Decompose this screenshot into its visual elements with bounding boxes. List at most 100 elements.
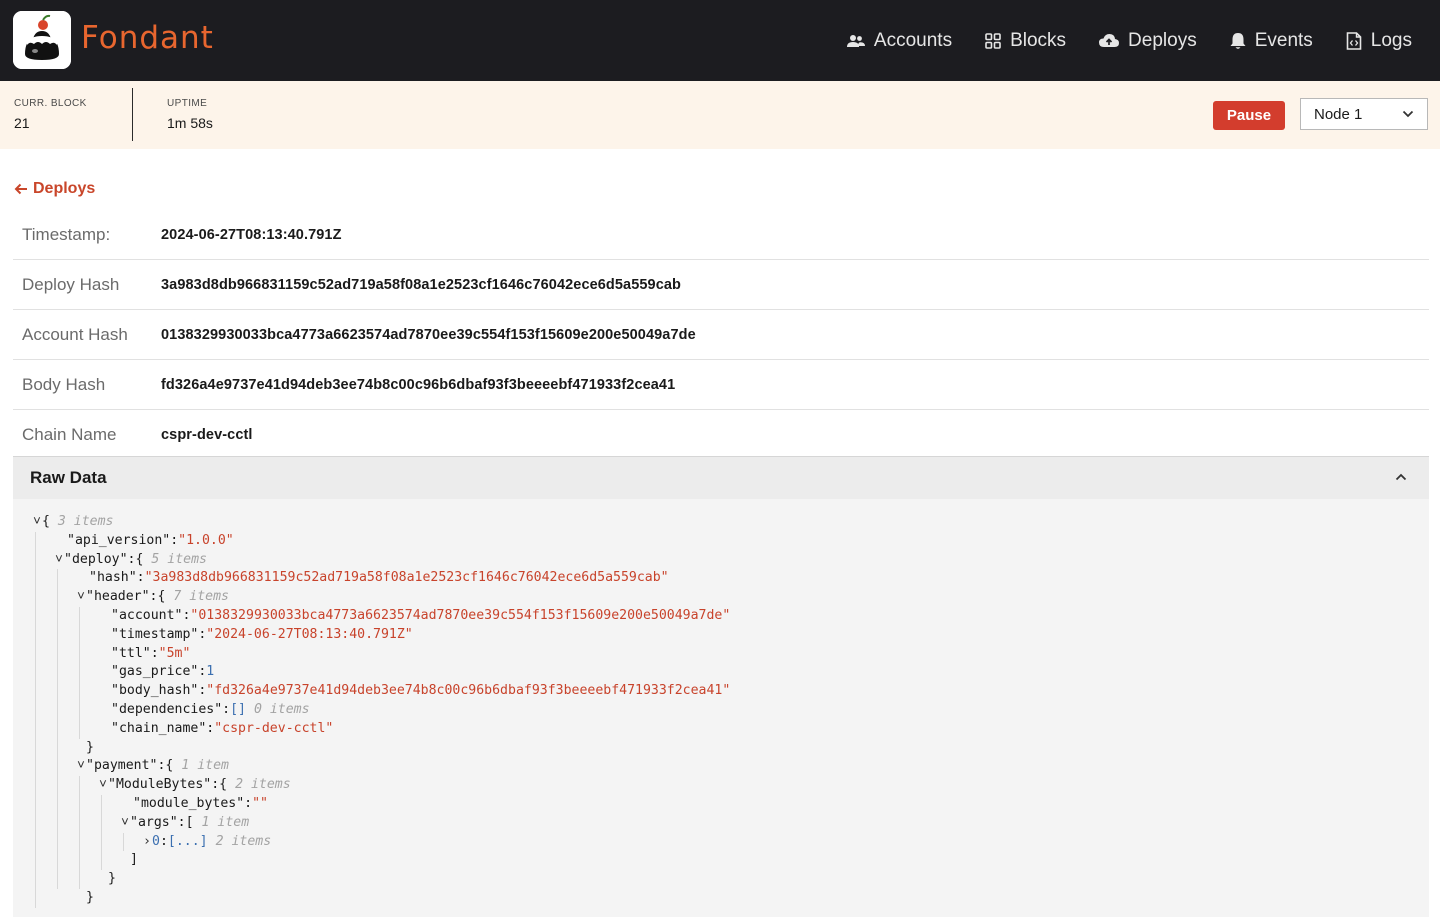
raw-data-title: Raw Data bbox=[30, 468, 107, 487]
json-line[interactable]: ˅{ 3 items bbox=[33, 513, 730, 532]
current-block-stat: CURR. BLOCK 21 bbox=[14, 98, 87, 131]
json-colon: : bbox=[150, 645, 159, 661]
json-key: "module_bytes" bbox=[133, 795, 245, 811]
json-colon: : bbox=[136, 570, 145, 586]
json-line[interactable]: ˅"deploy":{ 5 items bbox=[33, 551, 730, 570]
json-key: "payment" bbox=[86, 758, 158, 774]
json-key: "dependencies" bbox=[111, 701, 223, 717]
json-key: "body_hash" bbox=[111, 683, 199, 699]
expand-toggle-icon[interactable]: ˅ bbox=[77, 757, 86, 776]
detail-row-account-hash: Account Hash 0138329930033bca4773a662357… bbox=[13, 310, 1429, 360]
json-line[interactable]: ˅"payment":{ 1 item bbox=[33, 757, 730, 776]
indent-guide bbox=[79, 776, 80, 889]
nav-deploys[interactable]: Deploys bbox=[1099, 30, 1197, 52]
json-item-count: 3 items bbox=[57, 514, 114, 529]
json-line: "hash":"3a983d8db966831159c52ad719a58f08… bbox=[33, 569, 730, 588]
detail-label: Account Hash bbox=[22, 324, 128, 344]
json-line: "dependencies":[] 0 items bbox=[33, 701, 730, 720]
json-line: "api_version":"1.0.0" bbox=[33, 532, 730, 551]
detail-label: Chain Name bbox=[22, 425, 117, 444]
json-line: "body_hash":"fd326a4e9737e41d94deb3ee74b… bbox=[33, 682, 730, 701]
json-string-value: "1.0.0" bbox=[178, 532, 234, 548]
json-line: "ttl":"5m" bbox=[33, 645, 730, 664]
json-string-value: "cspr-dev-cctl" bbox=[214, 720, 334, 736]
back-to-deploys-link[interactable]: Deploys bbox=[14, 180, 95, 198]
raw-data-header[interactable]: Raw Data bbox=[13, 457, 1429, 499]
chevron-up-icon[interactable] bbox=[1395, 472, 1407, 482]
nav-blocks[interactable]: Blocks bbox=[985, 30, 1066, 52]
top-navbar: Fondant Accounts Blocks Deploys Events L… bbox=[0, 0, 1440, 81]
grid-icon bbox=[985, 32, 1001, 49]
indent-guide bbox=[79, 607, 80, 739]
json-number-value: 1 bbox=[206, 664, 215, 680]
json-item-count: 2 items bbox=[215, 833, 272, 849]
indent-guide bbox=[123, 832, 124, 852]
json-bracket-close: } bbox=[108, 871, 116, 887]
indent-guide bbox=[35, 531, 36, 908]
detail-value: fd326a4e9737e41d94deb3ee74b8c00c96b6dbaf… bbox=[161, 376, 676, 393]
json-line: ] bbox=[33, 851, 730, 870]
json-item-count: 5 items bbox=[151, 551, 207, 567]
back-link-label: Deploys bbox=[33, 180, 96, 197]
uptime-stat: UPTIME 1m 58s bbox=[167, 98, 213, 131]
collapsed-toggle-icon[interactable]: › bbox=[143, 833, 152, 852]
json-bracket-close: ] bbox=[130, 852, 138, 868]
expand-toggle-icon[interactable]: ˅ bbox=[33, 513, 42, 532]
json-key: "header" bbox=[86, 589, 150, 605]
json-string-value: "3a983d8db966831159c52ad719a58f08a1e2523… bbox=[144, 570, 669, 586]
nav-accounts-label: Accounts bbox=[873, 29, 953, 51]
json-colon: : bbox=[244, 795, 253, 811]
json-line[interactable]: ›0:[...] 2 items bbox=[33, 833, 730, 852]
json-line: } bbox=[33, 889, 730, 908]
nav-accounts[interactable]: Accounts bbox=[846, 29, 953, 52]
json-bracket-close: } bbox=[86, 889, 94, 905]
json-string-value: "0138329930033bca4773a6623574ad7870ee39c… bbox=[190, 607, 731, 623]
nav-events[interactable]: Events bbox=[1230, 30, 1313, 52]
json-line[interactable]: ˅"args":[ 1 item bbox=[33, 814, 730, 833]
pause-button[interactable]: Pause bbox=[1213, 101, 1285, 130]
detail-value: cspr-dev-cctl bbox=[161, 427, 253, 443]
json-space bbox=[194, 815, 202, 830]
json-key: "deploy" bbox=[64, 551, 128, 567]
bell-icon bbox=[1230, 32, 1246, 49]
expand-toggle-icon[interactable]: ˅ bbox=[55, 551, 64, 570]
json-bracket-open: { bbox=[219, 777, 228, 793]
json-line[interactable]: ˅"header":{ 7 items bbox=[33, 588, 730, 607]
expand-toggle-icon[interactable]: ˅ bbox=[77, 588, 86, 607]
stat-divider bbox=[132, 88, 133, 141]
json-line: "module_bytes":"" bbox=[33, 795, 730, 814]
json-colon: : bbox=[170, 532, 179, 548]
json-bracket-open: [...] bbox=[167, 833, 208, 849]
json-tree-viewer: ˅{ 3 items "api_version":"1.0.0" ˅"deploy"… bbox=[33, 513, 730, 908]
brand-name[interactable]: Fondant bbox=[81, 20, 214, 56]
detail-row-chain-name: Chain Name cspr-dev-cctl bbox=[13, 410, 1429, 460]
fondant-logo[interactable] bbox=[13, 11, 71, 69]
json-string-value: "" bbox=[252, 795, 268, 811]
node-select[interactable]: Node 1 bbox=[1300, 98, 1428, 130]
detail-value: 2024-06-27T08:13:40.791Z bbox=[161, 226, 342, 243]
expand-toggle-icon[interactable]: ˅ bbox=[99, 776, 108, 795]
expand-toggle-icon[interactable]: ˅ bbox=[121, 814, 130, 833]
json-key: "ttl" bbox=[111, 645, 151, 661]
detail-label: Body Hash bbox=[22, 374, 106, 394]
detail-value: 3a983d8db966831159c52ad719a58f08a1e2523c… bbox=[161, 276, 681, 293]
json-item-count: 7 items bbox=[173, 589, 229, 605]
json-colon: : bbox=[222, 701, 231, 717]
current-block-label: CURR. BLOCK bbox=[14, 98, 87, 109]
nav-events-label: Events bbox=[1254, 29, 1313, 51]
json-string-value: "2024-06-27T08:13:40.791Z" bbox=[206, 626, 413, 642]
json-item-count: 0 items bbox=[253, 701, 310, 717]
json-space bbox=[50, 514, 58, 529]
nav-logs[interactable]: Logs bbox=[1346, 30, 1412, 52]
detail-label: Deploy Hash bbox=[22, 274, 120, 294]
detail-row-timestamp: Timestamp: 2024-06-27T08:13:40.791Z bbox=[13, 210, 1429, 260]
detail-row-body-hash: Body Hash fd326a4e9737e41d94deb3ee74b8c0… bbox=[13, 360, 1429, 410]
json-key: 0 bbox=[152, 833, 160, 849]
users-icon bbox=[846, 34, 865, 47]
status-bar: CURR. BLOCK 21 UPTIME 1m 58s Pause Node … bbox=[0, 81, 1440, 149]
json-item-count: 1 item bbox=[201, 814, 250, 830]
json-string-value: "fd326a4e9737e41d94deb3ee74b8c00c96b6dba… bbox=[206, 683, 731, 699]
json-line: "timestamp":"2024-06-27T08:13:40.791Z" bbox=[33, 626, 730, 645]
json-key: "account" bbox=[111, 607, 183, 623]
json-line[interactable]: ˅"ModuleBytes":{ 2 items bbox=[33, 776, 730, 795]
